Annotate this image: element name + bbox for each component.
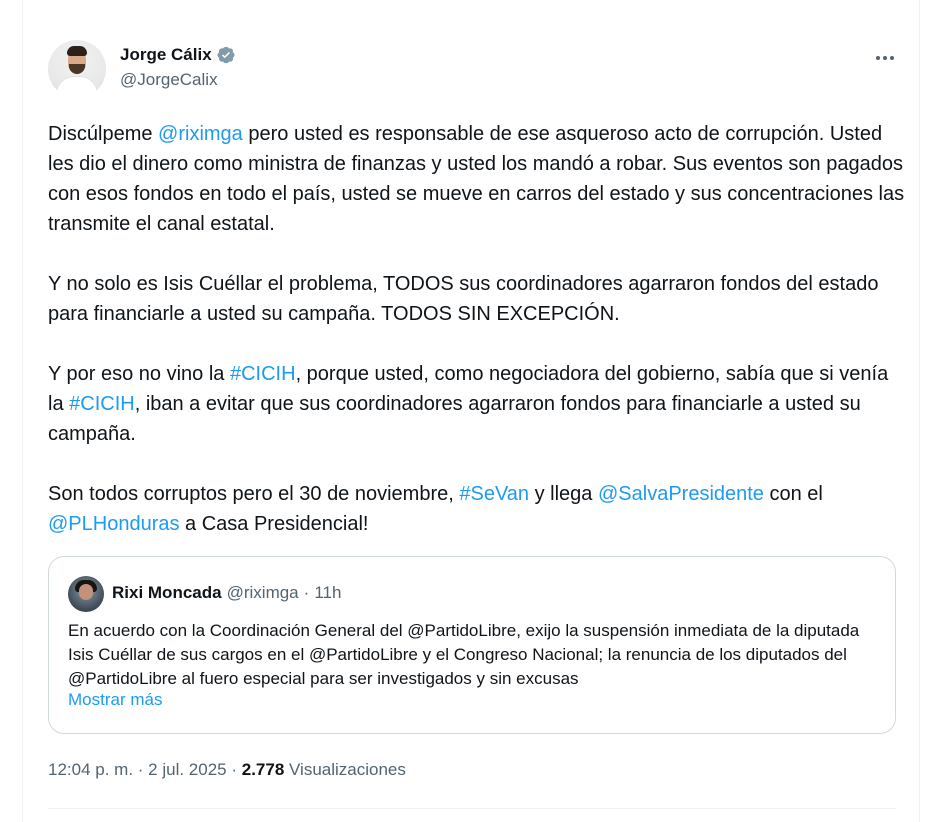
quote-header: Rixi Moncada @riximga · 11h [112, 583, 341, 603]
hashtag-cicih-2[interactable]: #CICIH [69, 393, 135, 415]
quote-author-avatar[interactable] [68, 576, 104, 612]
more-options-button[interactable] [872, 48, 898, 68]
quoted-tweet-card[interactable]: Rixi Moncada @riximga · 11h En acuerdo c… [48, 556, 896, 734]
tweet-paragraph-2: Y no solo es Isis Cuéllar el problema, T… [48, 273, 879, 325]
tweet-paragraph-1: Discúlpeme @riximga pero usted es respon… [48, 123, 905, 235]
tweet-paragraph-3: Y por eso no vino la #CICIH, porque uste… [48, 363, 889, 445]
author-avatar[interactable] [48, 40, 106, 98]
quote-timestamp[interactable]: 11h [314, 583, 341, 603]
author-name[interactable]: Jorge Cálix [120, 45, 212, 65]
quote-text: En acuerdo con la Coordinación General d… [68, 621, 860, 688]
mention-riximga[interactable]: @riximga [158, 123, 243, 145]
views-count: 2.778 [241, 760, 285, 779]
meta-separator-1: · [133, 760, 149, 779]
mention-salvapresidente[interactable]: @SalvaPresidente [598, 483, 764, 505]
meta-separator-2: · [226, 760, 242, 779]
divider [48, 808, 896, 809]
more-icon [876, 56, 894, 60]
tweet-meta: 12:04 p. m. · 2 jul. 2025 · 2.778 Visual… [48, 760, 406, 780]
author-handle[interactable]: @JorgeCalix [120, 70, 218, 90]
hashtag-sevan[interactable]: #SeVan [459, 483, 529, 505]
tweet-time[interactable]: 12:04 p. m. [48, 760, 133, 779]
hashtag-cicih[interactable]: #CICIH [230, 363, 296, 385]
views-label: Visualizaciones [284, 760, 406, 779]
quote-author-handle[interactable]: @riximga [227, 583, 299, 603]
tweet-paragraph-4: Son todos corruptos pero el 30 de noviem… [48, 483, 823, 535]
quote-separator: · [303, 583, 310, 602]
tweet-date[interactable]: 2 jul. 2025 [148, 760, 226, 779]
tweet-text: Discúlpeme @riximga pero usted es respon… [48, 119, 908, 539]
mention-plhonduras[interactable]: @PLHonduras [48, 513, 179, 535]
author-name-row[interactable]: Jorge Cálix [120, 45, 236, 65]
verified-badge-icon [217, 46, 235, 64]
show-more-link[interactable]: Mostrar más [68, 690, 162, 710]
quote-author-name[interactable]: Rixi Moncada [112, 583, 222, 603]
